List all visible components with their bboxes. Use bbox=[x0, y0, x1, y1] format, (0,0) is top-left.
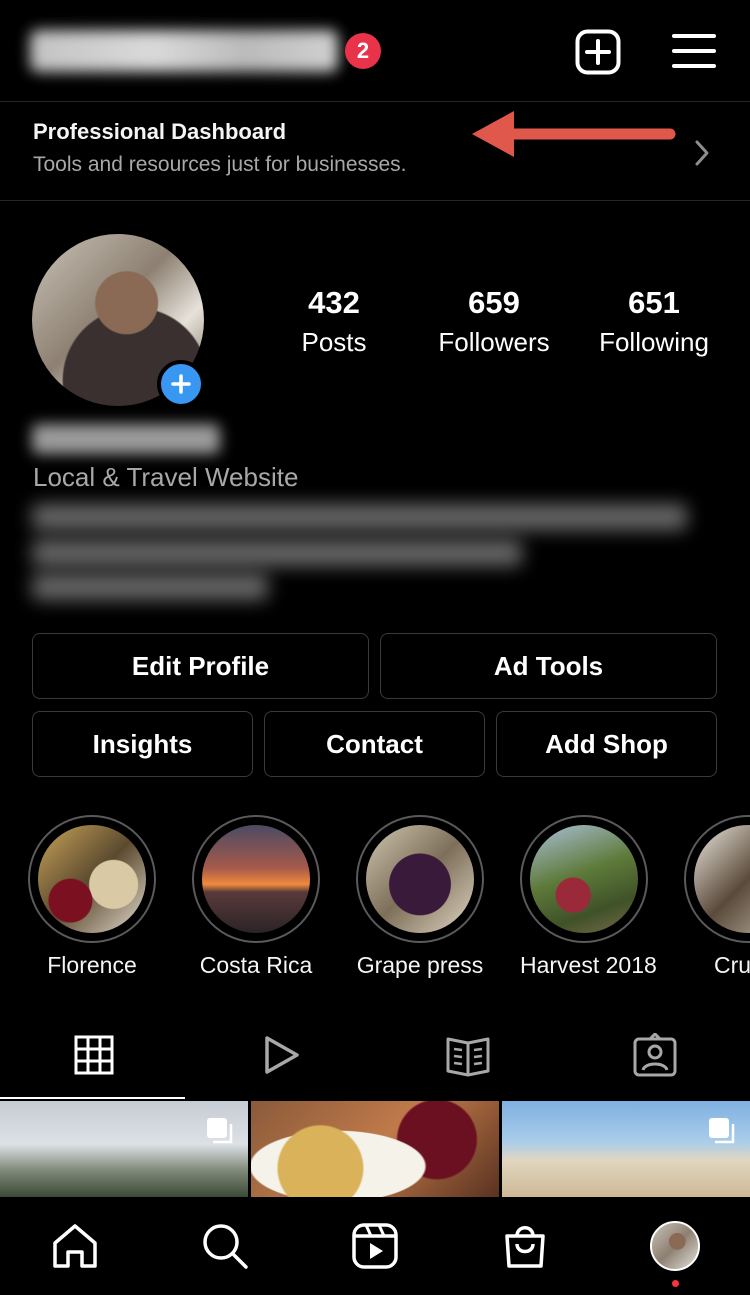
highlight-cover bbox=[38, 825, 146, 933]
shopping-bag-icon bbox=[505, 1226, 545, 1268]
nav-profile[interactable] bbox=[649, 1220, 701, 1272]
bio-link-redacted[interactable] bbox=[32, 574, 268, 600]
highlight-harvest-2018[interactable]: Harvest 2018 bbox=[520, 815, 657, 979]
highlight-ring bbox=[684, 815, 750, 943]
following-count: 651 bbox=[628, 285, 680, 320]
top-header: 2 bbox=[0, 0, 750, 102]
reels-icon bbox=[352, 1223, 398, 1269]
highlight-cru[interactable]: Cru bbox=[684, 815, 750, 979]
highlight-grape-press[interactable]: Grape press bbox=[356, 815, 484, 979]
highlight-ring bbox=[28, 815, 156, 943]
nav-reels[interactable] bbox=[349, 1220, 401, 1272]
chevron-right-icon bbox=[695, 140, 709, 166]
nav-home[interactable] bbox=[49, 1220, 101, 1272]
contact-button[interactable]: Contact bbox=[264, 711, 485, 777]
highlight-florence[interactable]: Florence bbox=[28, 815, 156, 979]
guides-icon bbox=[446, 1037, 489, 1077]
posts-label: Posts bbox=[301, 327, 367, 357]
profile-avatar-icon bbox=[650, 1221, 700, 1271]
plus-icon bbox=[171, 374, 191, 394]
posts-count: 432 bbox=[308, 285, 360, 320]
highlight-cover bbox=[202, 825, 310, 933]
highlight-cover bbox=[530, 825, 638, 933]
highlight-ring bbox=[356, 815, 484, 943]
dashboard-divider bbox=[0, 200, 750, 201]
bio-line-redacted bbox=[32, 540, 522, 566]
reels-play-icon bbox=[264, 1036, 299, 1074]
insights-button[interactable]: Insights bbox=[32, 711, 253, 777]
dashboard-title: Professional Dashboard bbox=[33, 119, 287, 144]
followers-count: 659 bbox=[468, 285, 520, 320]
tagged-user-icon bbox=[633, 1033, 676, 1077]
highlight-label: Harvest 2018 bbox=[520, 952, 657, 978]
posts-stat[interactable]: 432 Posts bbox=[284, 285, 384, 358]
activity-dot bbox=[672, 1280, 679, 1287]
notification-badge: 2 bbox=[345, 33, 381, 69]
highlight-label: Cru bbox=[714, 952, 750, 978]
profile-category: Local & Travel Website bbox=[33, 462, 299, 492]
post-thumbnail[interactable] bbox=[502, 1101, 750, 1197]
active-tab-indicator bbox=[0, 1097, 185, 1099]
edit-profile-button[interactable]: Edit Profile bbox=[32, 633, 369, 699]
home-icon bbox=[53, 1224, 97, 1268]
highlight-ring bbox=[520, 815, 648, 943]
tab-guides[interactable] bbox=[374, 1010, 561, 1100]
menu-button[interactable] bbox=[672, 31, 716, 71]
carousel-icon bbox=[709, 1118, 735, 1144]
nav-shop[interactable] bbox=[499, 1220, 551, 1272]
post-thumbnail[interactable] bbox=[0, 1101, 248, 1197]
plus-square-icon bbox=[575, 29, 621, 75]
bio-line-redacted bbox=[32, 504, 687, 530]
post-thumbnail[interactable] bbox=[251, 1101, 499, 1197]
followers-label: Followers bbox=[438, 327, 550, 357]
profile-avatar[interactable] bbox=[32, 234, 205, 408]
profile-name-redacted bbox=[32, 424, 220, 454]
followers-stat[interactable]: 659 Followers bbox=[426, 285, 562, 358]
following-stat[interactable]: 651 Following bbox=[588, 285, 720, 358]
new-post-button[interactable] bbox=[575, 29, 621, 75]
following-label: Following bbox=[599, 327, 709, 357]
highlight-label: Grape press bbox=[356, 952, 484, 978]
ad-tools-button[interactable]: Ad Tools bbox=[380, 633, 717, 699]
highlight-label: Florence bbox=[47, 952, 137, 978]
carousel-icon bbox=[207, 1118, 233, 1144]
tab-tagged[interactable] bbox=[561, 1010, 748, 1100]
highlight-label: Costa Rica bbox=[199, 952, 313, 978]
nav-search[interactable] bbox=[199, 1220, 251, 1272]
highlight-cover bbox=[694, 825, 750, 933]
add-story-button[interactable] bbox=[157, 360, 205, 408]
hamburger-menu-icon bbox=[672, 34, 716, 68]
tab-grid[interactable] bbox=[0, 1010, 187, 1100]
tab-reels[interactable] bbox=[187, 1010, 374, 1100]
search-icon bbox=[203, 1224, 248, 1269]
bottom-navigation bbox=[0, 1197, 750, 1295]
highlight-costa-rica[interactable]: Costa Rica bbox=[192, 815, 320, 979]
grid-icon bbox=[74, 1035, 113, 1075]
username-switcher[interactable] bbox=[30, 30, 338, 72]
highlight-ring bbox=[192, 815, 320, 943]
annotation-arrow-icon bbox=[472, 111, 676, 157]
dashboard-subtitle: Tools and resources just for businesses. bbox=[33, 153, 407, 176]
add-shop-button[interactable]: Add Shop bbox=[496, 711, 717, 777]
highlight-cover bbox=[366, 825, 474, 933]
